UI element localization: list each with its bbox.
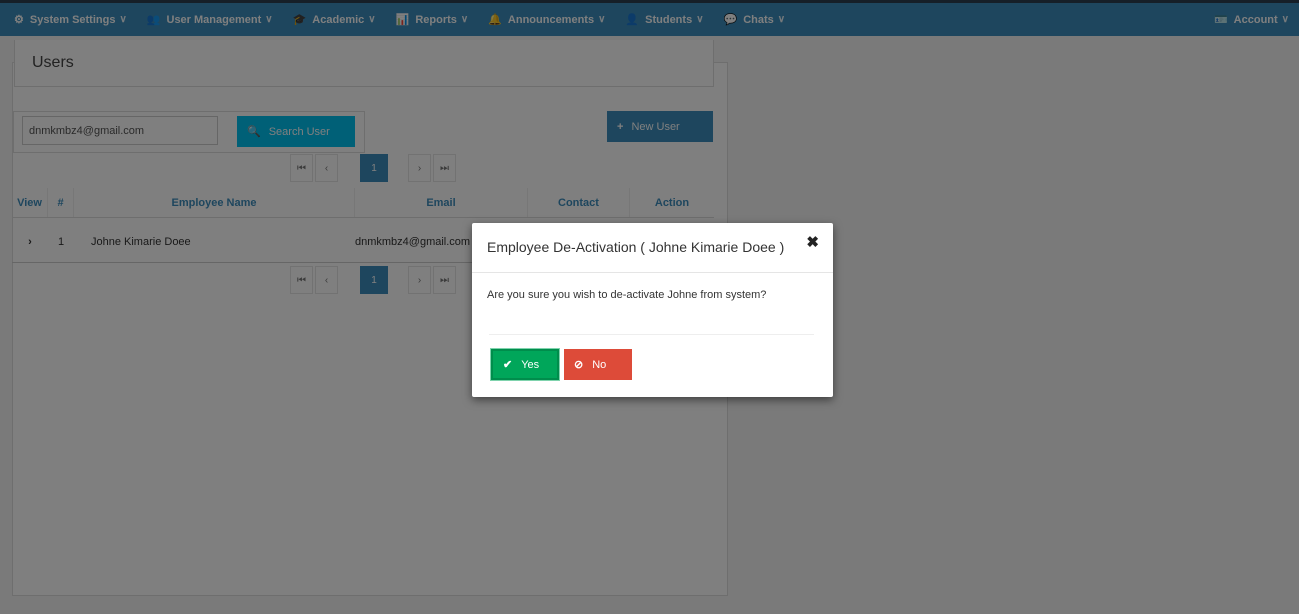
ban-icon: ⊘	[574, 359, 584, 371]
yes-label: Yes	[521, 358, 540, 371]
yes-button[interactable]: ✔ Yes	[491, 349, 559, 380]
no-button[interactable]: ⊘ No	[564, 349, 632, 380]
modal-message: Are you sure you wish to de-activate Joh…	[487, 289, 767, 301]
modal-title: Employee De-Activation ( Johne Kimarie D…	[487, 239, 785, 255]
modal-divider	[472, 272, 833, 273]
no-label: No	[592, 358, 607, 371]
close-icon[interactable]: ✖	[806, 233, 819, 251]
modal-divider	[489, 334, 814, 335]
deactivation-modal: Employee De-Activation ( Johne Kimarie D…	[472, 223, 833, 397]
check-icon: ✔	[503, 359, 513, 371]
